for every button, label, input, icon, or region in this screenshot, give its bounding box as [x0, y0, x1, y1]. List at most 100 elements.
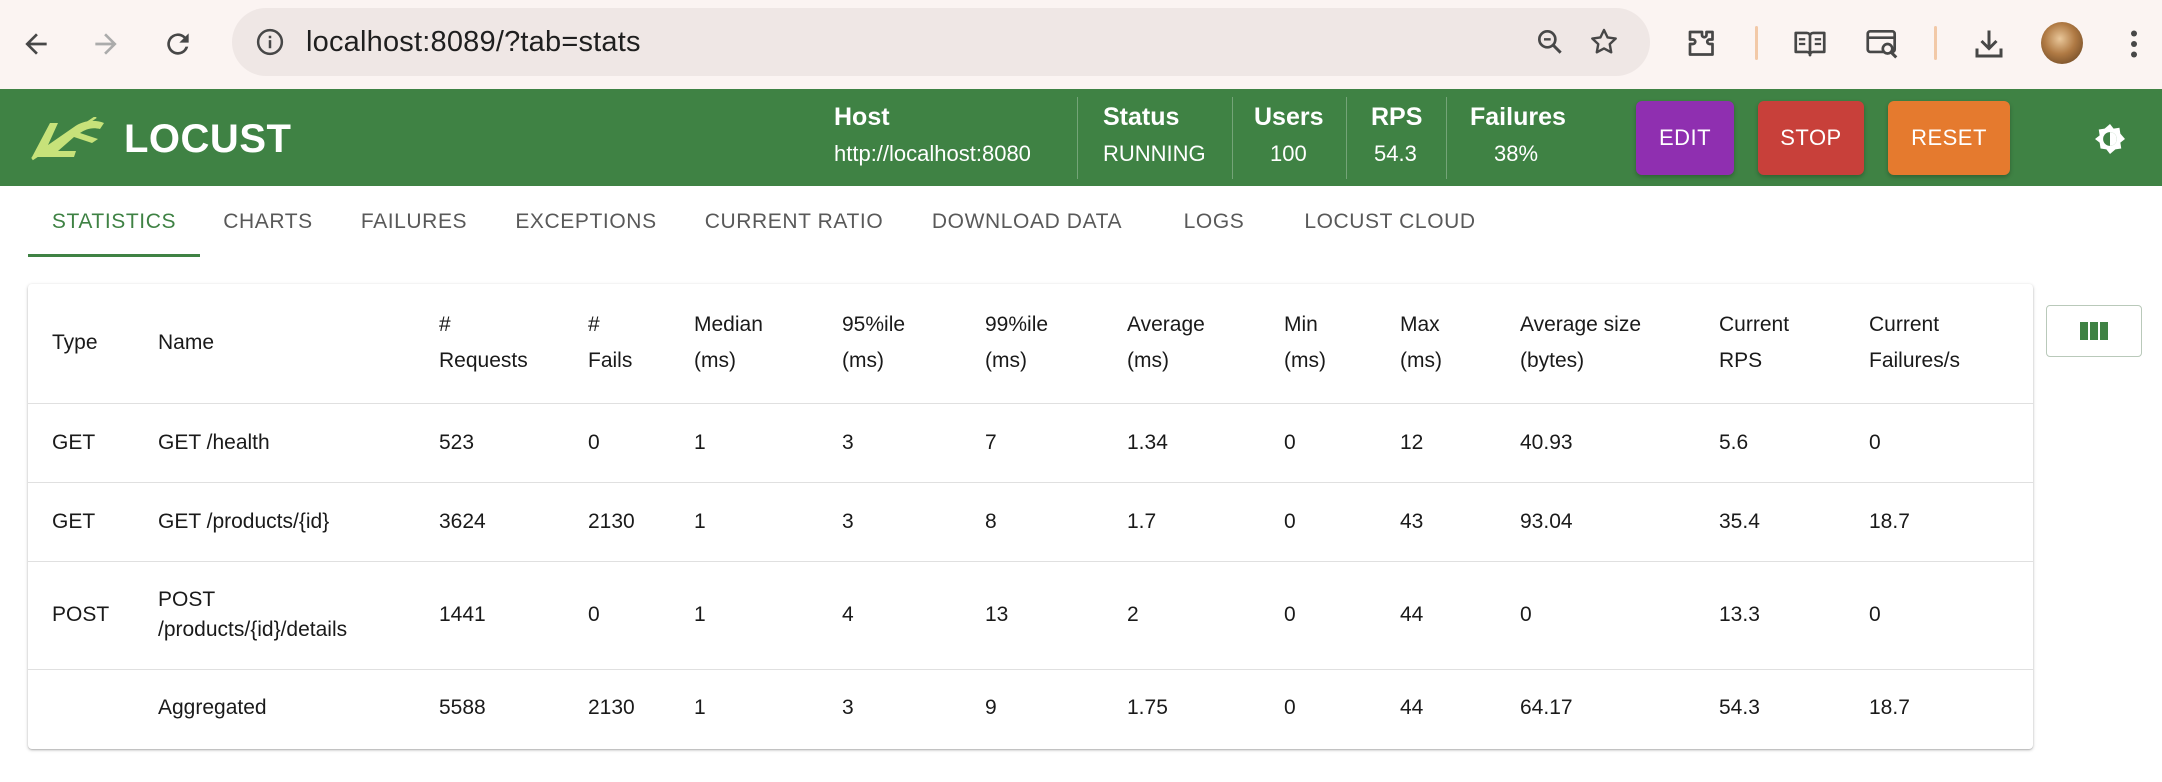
tab-current-ratio[interactable]: CURRENT RATIO — [694, 186, 894, 258]
cell-max: 44 — [1376, 561, 1496, 670]
bookmark-star-icon[interactable] — [1586, 24, 1622, 60]
cell-type: POST — [28, 561, 134, 670]
status-label: Status — [1103, 103, 1180, 131]
cell-median: 1 — [694, 696, 706, 720]
theme-toggle-button[interactable] — [2090, 119, 2130, 159]
cell-p99: 8 — [961, 482, 1103, 562]
tab-exceptions[interactable]: EXCEPTIONS — [506, 186, 666, 258]
column-header-min[interactable]: Min (ms) — [1260, 284, 1376, 404]
column-header-type[interactable]: Type — [28, 284, 134, 404]
tab-download-data[interactable]: DOWNLOAD DATA — [920, 186, 1134, 258]
cell-current-rps: 54.3 — [1719, 696, 1760, 720]
column-header-median[interactable]: Median (ms) — [670, 284, 818, 404]
cell-average-size: 64.17 — [1520, 696, 1573, 720]
cell-type — [28, 669, 134, 747]
zoom-icon[interactable] — [1532, 24, 1568, 60]
tab-logs[interactable]: LOGS — [1166, 186, 1262, 258]
header-text: (ms) — [1284, 349, 1326, 373]
failures-label: Failures — [1470, 103, 1566, 131]
column-header-fails[interactable]: # Fails — [564, 284, 670, 404]
failures-value: 38% — [1494, 141, 1539, 166]
stat-divider — [1346, 97, 1347, 179]
locust-logo-icon — [31, 117, 104, 161]
reload-button[interactable] — [152, 18, 204, 70]
cell-p99: 13 — [961, 561, 1103, 670]
tab-locust-cloud[interactable]: LOCUST CLOUD — [1290, 186, 1490, 258]
host-label: Host — [834, 103, 890, 131]
cell-fails: 0 — [564, 403, 670, 483]
locust-logo[interactable]: LOCUST — [28, 111, 291, 167]
column-header-p95[interactable]: 95%ile (ms) — [818, 284, 961, 404]
column-selector-button[interactable] — [2046, 305, 2142, 357]
column-header-requests[interactable]: # Requests — [415, 284, 564, 404]
cell-name: POST/products/{id}/details — [134, 561, 415, 670]
header-text: # — [588, 313, 600, 337]
header-text: (ms) — [694, 349, 736, 373]
name-line: POST — [158, 588, 216, 611]
header-text: Average — [1127, 313, 1205, 337]
cell-max: 44 — [1400, 696, 1424, 720]
users-label: Users — [1254, 103, 1324, 131]
column-header-average[interactable]: Average (ms) — [1103, 284, 1260, 404]
header-text: (ms) — [985, 349, 1027, 373]
search-tab-icon[interactable] — [1858, 20, 1906, 68]
tab-bar: STATISTICS CHARTS FAILURES EXCEPTIONS CU… — [0, 186, 2162, 258]
stop-button[interactable]: STOP — [1758, 101, 1864, 175]
back-button[interactable] — [10, 18, 62, 70]
download-icon[interactable] — [1965, 20, 2013, 68]
column-header-current-failures[interactable]: Current Failures/s — [1845, 284, 2033, 404]
cell-name: GET /products/{id} — [134, 482, 415, 562]
header-text: 95%ile — [842, 313, 906, 337]
cell-average-size: 40.93 — [1496, 403, 1695, 483]
arrow-right-icon — [95, 33, 117, 55]
cell-requests: 523 — [415, 403, 564, 483]
cell-name: Aggregated — [158, 696, 267, 720]
column-header-max[interactable]: Max (ms) — [1376, 284, 1496, 404]
cell-average-size: 93.04 — [1496, 482, 1695, 562]
host-stat: Host http://localhost:8080 — [834, 89, 1054, 186]
column-header-name[interactable]: Name — [134, 284, 415, 404]
table-row: GET GET /products/{id} 3624 2130 1 3 8 1… — [28, 482, 2033, 562]
reading-mode-icon[interactable] — [1786, 20, 1834, 68]
cell-current-rps: 35.4 — [1695, 482, 1845, 562]
url-text[interactable]: localhost:8089/?tab=stats — [306, 8, 641, 76]
stat-divider — [1077, 97, 1078, 179]
header-text: Failures/s — [1869, 349, 1961, 373]
reset-button[interactable]: RESET — [1888, 101, 2010, 175]
profile-avatar[interactable] — [2041, 22, 2083, 64]
column-header-average-size[interactable]: Average size (bytes) — [1496, 284, 1695, 404]
edit-button[interactable]: EDIT — [1636, 101, 1734, 175]
cell-fails: 2130 — [564, 482, 670, 562]
header-text: Type — [52, 331, 98, 355]
site-info-icon[interactable] — [252, 24, 288, 60]
cell-requests: 3624 — [415, 482, 564, 562]
header-text: Median — [694, 313, 763, 337]
users-value: 100 — [1270, 141, 1307, 166]
host-value: http://localhost:8080 — [834, 141, 1031, 166]
users-stat: Users 100 — [1254, 89, 1348, 186]
view-column-icon — [2080, 322, 2108, 340]
cell-current-failures: 0 — [1845, 403, 2033, 483]
toolbar-divider — [1755, 26, 1758, 60]
toolbar-divider — [1934, 26, 1937, 60]
header-text: (ms) — [842, 349, 884, 373]
cell-average: 1.7 — [1103, 482, 1260, 562]
column-header-p99[interactable]: 99%ile (ms) — [961, 284, 1103, 404]
extensions-icon[interactable] — [1678, 20, 1726, 68]
stats-table: Type Name # Requests # Fails Median (ms) 95… — [28, 284, 2033, 747]
tab-charts[interactable]: CHARTS — [212, 186, 324, 258]
active-tab-indicator — [28, 254, 200, 257]
header-text: Requests — [439, 349, 528, 373]
header-text: Max — [1400, 313, 1440, 337]
cell-fails: 2130 — [588, 696, 635, 720]
tab-failures[interactable]: FAILURES — [346, 186, 482, 258]
more-menu-icon[interactable] — [2110, 20, 2158, 68]
address-bar[interactable]: localhost:8089/?tab=stats — [232, 8, 1650, 76]
column-header-current-rps[interactable]: Current RPS — [1695, 284, 1845, 404]
stat-divider — [1232, 97, 1233, 179]
tab-statistics[interactable]: STATISTICS — [28, 186, 200, 258]
forward-button[interactable] — [80, 18, 132, 70]
aggregated-row: Aggregated 5588 2130 1 3 9 1.75 0 44 64.… — [28, 669, 2033, 747]
header-text: 99%ile — [985, 313, 1049, 337]
cell-median: 1 — [670, 403, 818, 483]
